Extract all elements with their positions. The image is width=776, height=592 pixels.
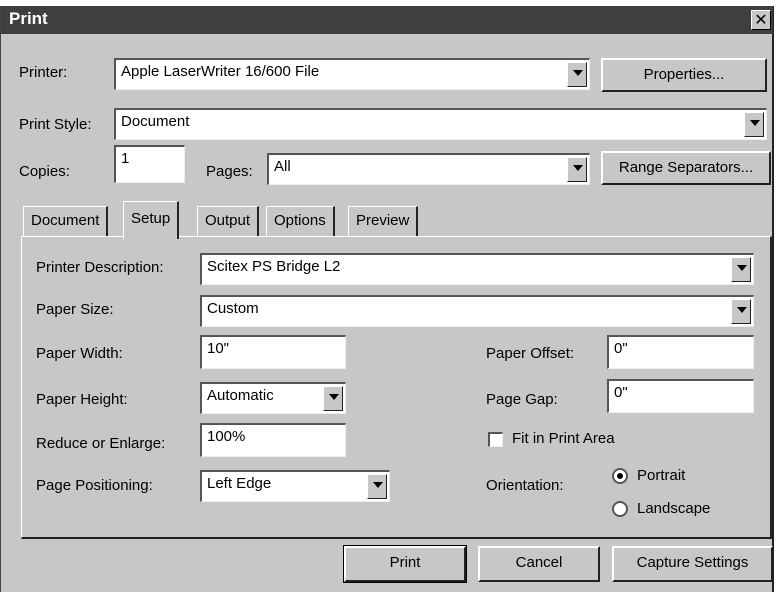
print-button[interactable]: Print: [343, 545, 467, 583]
chevron-down-icon[interactable]: [731, 257, 751, 282]
chevron-down-icon[interactable]: [744, 112, 764, 137]
printer-description-select[interactable]: Scitex PS Bridge L2: [200, 253, 754, 285]
paper-height-select[interactable]: Automatic: [200, 382, 346, 414]
printer-value: Apple LaserWriter 16/600 File: [121, 63, 320, 80]
paper-height-value: Automatic: [207, 387, 274, 404]
print-style-value: Document: [121, 113, 190, 130]
print-style-label: Print Style:: [19, 116, 92, 133]
cancel-button[interactable]: Cancel: [478, 546, 600, 582]
reduce-enlarge-label: Reduce or Enlarge:: [36, 435, 166, 452]
page-positioning-label: Page Positioning:: [36, 477, 153, 494]
printer-label: Printer:: [19, 64, 68, 81]
chevron-down-icon[interactable]: [567, 62, 587, 87]
printer-description-value: Scitex PS Bridge L2: [207, 258, 341, 275]
chevron-down-icon[interactable]: [367, 474, 387, 499]
pages-select[interactable]: All: [267, 153, 590, 185]
chevron-down-icon[interactable]: [731, 299, 751, 324]
tab-options[interactable]: Options: [266, 206, 335, 236]
chevron-down-icon[interactable]: [323, 386, 343, 411]
properties-button[interactable]: Properties...: [601, 58, 767, 92]
fit-in-print-area-label: Fit in Print Area: [512, 430, 615, 447]
page-positioning-select[interactable]: Left Edge: [200, 470, 390, 502]
landscape-label: Landscape: [637, 500, 711, 517]
close-icon[interactable]: ✕: [751, 10, 771, 30]
reduce-enlarge-input[interactable]: 100%: [200, 423, 346, 457]
landscape-radio[interactable]: [612, 501, 628, 517]
paper-size-value: Custom: [207, 300, 259, 317]
copies-input[interactable]: 1: [114, 145, 185, 183]
paper-height-label: Paper Height:: [36, 391, 128, 408]
printer-select[interactable]: Apple LaserWriter 16/600 File: [114, 58, 590, 90]
tab-preview[interactable]: Preview: [348, 206, 419, 236]
page-positioning-value: Left Edge: [207, 475, 272, 492]
tab-output[interactable]: Output: [197, 206, 260, 236]
paper-width-label: Paper Width:: [36, 345, 123, 362]
portrait-radio[interactable]: [612, 468, 628, 484]
tab-setup[interactable]: Setup: [123, 201, 180, 239]
pages-value: All: [274, 158, 291, 175]
paper-offset-input[interactable]: 0": [607, 335, 754, 369]
fit-in-print-area-checkbox[interactable]: [488, 432, 503, 447]
capture-settings-button[interactable]: Capture Settings: [612, 546, 773, 582]
print-style-select[interactable]: Document: [114, 108, 767, 140]
pages-label: Pages:: [206, 163, 253, 180]
window-title: Print: [9, 9, 48, 28]
printer-description-label: Printer Description:: [36, 259, 164, 276]
title-bar[interactable]: Print ✕: [1, 6, 773, 34]
copies-label: Copies:: [19, 163, 70, 180]
paper-size-label: Paper Size:: [36, 301, 114, 318]
chevron-down-icon[interactable]: [567, 157, 587, 182]
paper-size-select[interactable]: Custom: [200, 295, 754, 327]
print-dialog: Print ✕ Printer: Apple LaserWriter 16/60…: [0, 6, 774, 592]
orientation-label: Orientation:: [486, 477, 564, 494]
tab-document[interactable]: Document: [23, 206, 109, 236]
paper-offset-label: Paper Offset:: [486, 345, 575, 362]
page-gap-label: Page Gap:: [486, 391, 558, 408]
paper-width-input[interactable]: 10": [200, 335, 346, 369]
range-separators-button[interactable]: Range Separators...: [601, 151, 771, 185]
page-gap-input[interactable]: 0": [607, 379, 754, 413]
portrait-label: Portrait: [637, 467, 686, 484]
setup-panel: Printer Description: Scitex PS Bridge L2…: [21, 236, 772, 539]
